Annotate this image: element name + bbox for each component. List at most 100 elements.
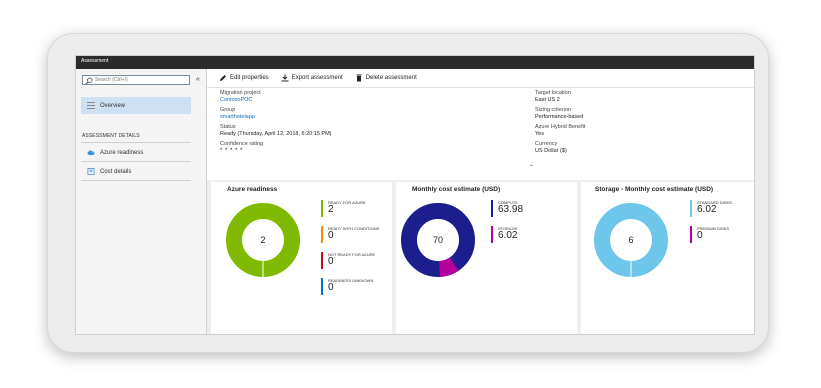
legend-value: 2: [328, 204, 334, 215]
sidebar-item-label: Overview: [100, 102, 126, 109]
cost-legend: COMPUTE 63.98 STORAGE 6.02: [491, 200, 523, 252]
legend-ready-for-azure: READY FOR AZURE 2: [321, 200, 379, 224]
field-label: Group: [220, 107, 236, 113]
essentials-panel: Migration project ContosoPOC Group smart…: [207, 88, 754, 172]
field-label: Azure Hybrid Benefit: [535, 124, 586, 130]
legend-value: 0: [697, 230, 703, 241]
legend-swatch: [491, 200, 493, 217]
legend-swatch: [690, 226, 692, 243]
command-bar: Edit properties Export assessment Delete…: [207, 69, 754, 88]
sidebar-item-label: Azure readiness: [100, 149, 144, 156]
tile-title: Azure readiness: [227, 186, 278, 193]
essentials-right: Target location East US 2 Sizing criteri…: [535, 90, 585, 158]
legend-readiness-unknown: READINESS UNKNOWN 0: [321, 278, 379, 302]
currency-field: Currency US Dollar ($): [535, 141, 585, 155]
legend-value: 0: [328, 282, 334, 293]
search-box[interactable]: [82, 75, 190, 85]
confidence-rating-field: Confidence rating * * * * *: [220, 141, 332, 155]
legend-swatch: [321, 226, 323, 243]
tile-title: Monthly cost estimate (USD): [412, 186, 501, 193]
title-bar: Assessment: [76, 56, 754, 69]
edit-properties-button[interactable]: Edit properties: [219, 74, 269, 82]
azure-readiness-tile[interactable]: Azure readiness 2 READY FOR AZURE 2 READ…: [211, 182, 392, 334]
legend-value: 6.02: [697, 204, 717, 215]
legend-value: 6.02: [498, 230, 518, 241]
donut-center-value: 70: [433, 235, 443, 245]
legend-label: READY WITH CONDITIONS: [328, 226, 380, 231]
donut-center-value: 2: [260, 235, 265, 245]
hybrid-benefit-field: Azure Hybrid Benefit Yes: [535, 124, 585, 138]
field-label: Currency: [535, 141, 558, 147]
search-icon: [85, 77, 93, 85]
collapse-sidebar-button[interactable]: «: [196, 76, 200, 83]
storage-cost-tile[interactable]: Storage - Monthly cost estimate (USD) 6 …: [581, 182, 754, 334]
download-icon: [281, 74, 289, 82]
migration-project-link[interactable]: ContosoPOC: [220, 97, 332, 104]
section-label: ASSESSMENT DETAILS: [82, 133, 140, 139]
tile-title: Storage - Monthly cost estimate (USD): [595, 186, 714, 193]
legend-value: 0: [328, 256, 334, 267]
field-label: Migration project: [220, 90, 261, 96]
group-field: Group smarthotelapp: [220, 107, 332, 121]
status-value: Ready (Thursday, April 12, 2018, 6:20:15…: [220, 131, 332, 137]
legend-swatch: [321, 200, 323, 217]
divider: [81, 180, 191, 181]
collapse-essentials-button[interactable]: ⌃: [529, 164, 534, 171]
sidebar-item-azure-readiness[interactable]: Azure readiness: [81, 144, 191, 161]
legend-swatch: [690, 200, 692, 217]
legend-ready-with-conditions: READY WITH CONDITIONS 0: [321, 226, 379, 250]
legend-value: 0: [328, 230, 334, 241]
cloud-icon: [87, 150, 95, 156]
export-assessment-button[interactable]: Export assessment: [281, 74, 343, 82]
confidence-stars: * * * * *: [220, 148, 243, 154]
edit-properties-label: Edit properties: [230, 75, 269, 81]
search-input[interactable]: [95, 76, 185, 84]
status-field: Status Ready (Thursday, April 12, 2018, …: [220, 124, 332, 138]
field-label: Confidence rating: [220, 141, 264, 147]
legend-not-ready: NOT READY FOR AZURE 0: [321, 252, 379, 276]
pencil-icon: [220, 75, 226, 81]
divider: [81, 161, 191, 162]
legend-swatch: [491, 226, 493, 243]
trash-icon: [356, 74, 362, 82]
legend-swatch: [321, 252, 323, 269]
field-label: Target location: [535, 90, 571, 96]
field-value: US Dollar ($): [535, 148, 567, 154]
sidebar-item-label: Cost details: [100, 168, 132, 175]
tiles-area: Azure readiness 2 READY FOR AZURE 2 READ…: [207, 180, 754, 334]
legend-swatch: [321, 278, 323, 295]
legend-label: READINESS UNKNOWN: [328, 278, 374, 283]
legend-compute: COMPUTE 63.98: [491, 200, 523, 224]
migration-project-field: Migration project ContosoPOC: [220, 90, 332, 104]
field-value: Performance-based: [535, 114, 584, 120]
storage-donut: 6: [594, 203, 668, 277]
sidebar-item-cost-details[interactable]: Cost details: [81, 163, 191, 180]
field-label: Status: [220, 124, 236, 130]
export-assessment-label: Export assessment: [291, 75, 343, 81]
group-link[interactable]: smarthotelapp: [220, 114, 332, 121]
window-title: Assessment: [81, 58, 109, 64]
cost-donut: 70: [401, 203, 475, 277]
readiness-donut: 2: [226, 203, 300, 277]
legend-standard-disks: STANDARD DISKS 6.02: [690, 200, 732, 224]
legend-premium-disks: PREMIUM DISKS 0: [690, 226, 732, 250]
target-location-field: Target location East US 2: [535, 90, 585, 104]
storage-legend: STANDARD DISKS 6.02 PREMIUM DISKS 0: [690, 200, 732, 252]
portal-window: Assessment « Overview ASSESSMENT DETAILS: [75, 55, 755, 335]
monthly-cost-tile[interactable]: Monthly cost estimate (USD) 70 COMPUTE 6…: [396, 182, 577, 334]
sidebar: « Overview ASSESSMENT DETAILS Azure read…: [76, 69, 207, 334]
sidebar-item-overview[interactable]: Overview: [81, 97, 191, 114]
report-icon: [87, 168, 95, 175]
sizing-criterion-field: Sizing criterion Performance-based: [535, 107, 585, 121]
legend-value: 63.98: [498, 204, 524, 215]
delete-assessment-button[interactable]: Delete assessment: [355, 74, 417, 82]
legend-label: NOT READY FOR AZURE: [328, 252, 376, 257]
field-value: Yes: [535, 131, 544, 137]
donut-center-value: 6: [628, 235, 633, 245]
legend-storage: STORAGE 6.02: [491, 226, 523, 250]
delete-assessment-label: Delete assessment: [365, 75, 417, 81]
list-icon: [87, 102, 95, 109]
field-value: East US 2: [535, 97, 560, 103]
divider: [81, 142, 191, 143]
essentials-left: Migration project ContosoPOC Group smart…: [220, 90, 332, 158]
